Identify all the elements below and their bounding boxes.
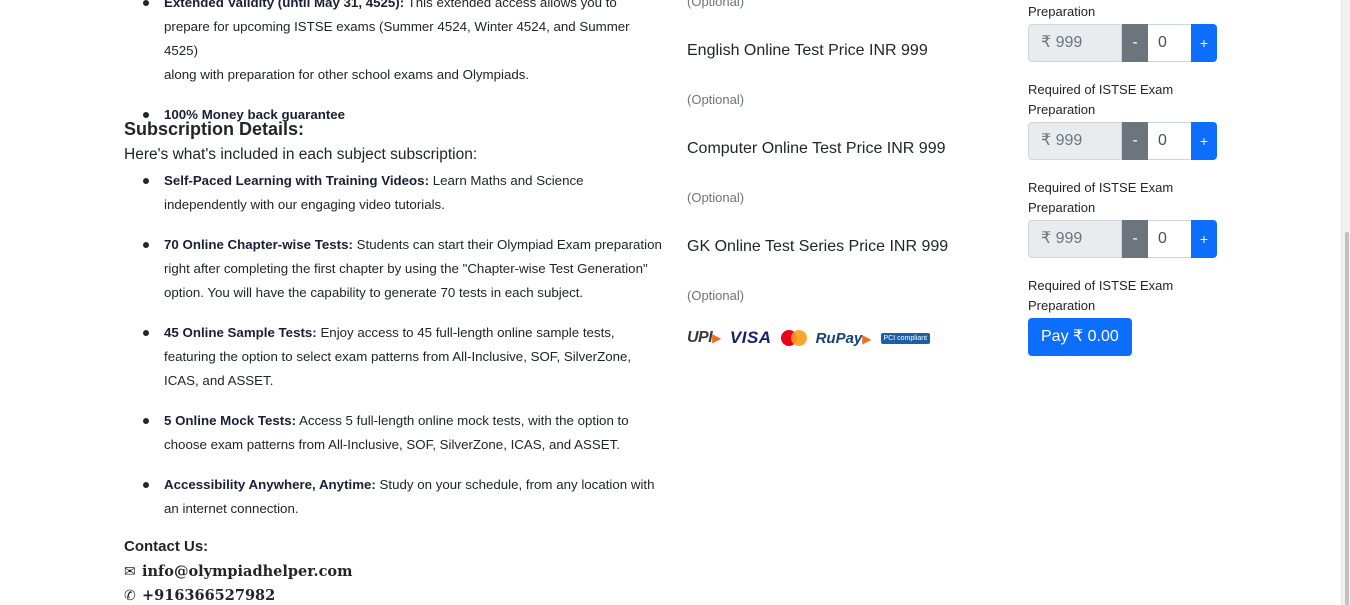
decrement-button[interactable]: - [1122,122,1148,160]
requirement-note: Required of ISTSE Exam Preparation [1028,82,1174,117]
quantity-input[interactable]: 0 [1148,122,1191,160]
quantity-stepper: ₹ 999 - 0 + [1028,122,1217,160]
quantity-input[interactable]: 0 [1148,24,1191,62]
feature-text: along with preparation for other school … [164,67,530,82]
feature-text: Learn Maths and Science [432,173,584,188]
increment-button[interactable]: + [1191,24,1217,62]
subscription-title: Subscription Details: [124,119,305,139]
decrement-button[interactable]: - [1122,220,1148,258]
upi-logo: UPI▶ [687,329,721,346]
feature-text: Access 5 full-length online mock tests, … [298,413,629,428]
email-link[interactable]: info@olympiadhelper.com [142,563,352,580]
feature-text: This extended access allows you to [407,0,617,10]
scrollbar-thumb[interactable] [1345,232,1349,605]
increment-button[interactable]: + [1191,220,1217,258]
mastercard-logo [780,330,807,346]
feature-title: Self-Paced Learning with Training Videos… [164,173,430,188]
requirement-note: Required of ISTSE Exam Preparation [1028,278,1174,313]
pay-button[interactable]: Pay ₹ 0.00 [1028,318,1132,356]
feature-text: option. You will have the capability to … [164,285,584,300]
contact-title: Contact Us: [124,538,209,555]
feature-text: choose exam patterns from All-Inclusive,… [164,437,620,452]
feature-title: 45 Online Sample Tests: [164,325,317,340]
increment-button[interactable]: + [1191,122,1217,160]
visa-logo: VISA [729,328,772,347]
product-title: English Online Test Price INR 999 [687,42,928,59]
list-item: Extended Validity (until May 31, 4525): … [124,0,664,87]
price-field: ₹ 999 [1028,220,1122,258]
feature-text: featuring the option to select exam patt… [164,349,632,364]
feature-title: 5 Online Mock Tests: [164,413,297,428]
subscription-list: Self-Paced Learning with Training Videos… [124,169,662,521]
product-title: Computer Online Test Price INR 999 [687,140,946,157]
rupay-logo: RuPay▶ [815,329,872,347]
contact-email: ✉ info@olympiadhelper.com [124,563,352,580]
page-scrollbar[interactable] [1341,0,1350,605]
list-item: 45 Online Sample Tests: Enjoy access to … [124,321,662,393]
list-item: 5 Online Mock Tests: Access 5 full-lengt… [124,409,662,457]
decrement-button[interactable]: - [1122,24,1148,62]
feature-list-top: Extended Validity (until May 31, 4525): … [124,0,664,127]
feature-title: 70 Online Chapter-wise Tests: [164,237,353,252]
price-field: ₹ 999 [1028,122,1122,160]
feature-text: Enjoy access to 45 full-length online sa… [320,325,615,340]
pci-logo: PCI compliant [880,332,931,344]
product-title: GK Online Test Series Price INR 999 [687,238,949,255]
feature-text: Students can start their Olympiad Exam p… [356,237,662,252]
feature-text: prepare for upcoming ISTSE exams (Summer… [164,19,630,58]
feature-title: Accessibility Anywhere, Anytime: [164,477,376,492]
optional-label: (Optional) [687,0,745,9]
feature-text: independently with our engaging video tu… [164,197,445,212]
feature-text: Study on your schedule, from any locatio… [379,477,655,492]
payment-logos: UPI▶ VISA RuPay▶ PCI compliant [687,328,931,348]
feature-text: an internet connection. [164,501,299,516]
requirement-note: Preparation [1028,4,1096,19]
contact-phone: ✆ +916366527982 [124,587,275,604]
quantity-stepper: ₹ 999 - 0 + [1028,24,1217,62]
phone-icon: ✆ [124,588,136,604]
envelope-icon: ✉ [124,564,136,580]
subscription-intro: Here's what's included in each subject s… [124,146,478,163]
list-item: Accessibility Anywhere, Anytime: Study o… [124,473,662,521]
requirement-note: Required of ISTSE Exam Preparation [1028,180,1174,215]
phone-link[interactable]: +916366527982 [142,587,275,604]
feature-text: ICAS, and ASSET. [164,373,274,388]
quantity-input[interactable]: 0 [1148,220,1191,258]
optional-label: (Optional) [687,92,745,107]
quantity-stepper: ₹ 999 - 0 + [1028,220,1217,258]
list-item: Self-Paced Learning with Training Videos… [124,169,662,217]
feature-text: right after completing the first chapter… [164,261,648,276]
price-field: ₹ 999 [1028,24,1122,62]
list-item: 70 Online Chapter-wise Tests: Students c… [124,233,662,305]
feature-title: Extended Validity (until May 31, 4525): [164,0,405,10]
optional-label: (Optional) [687,190,745,205]
optional-label: (Optional) [687,288,745,303]
